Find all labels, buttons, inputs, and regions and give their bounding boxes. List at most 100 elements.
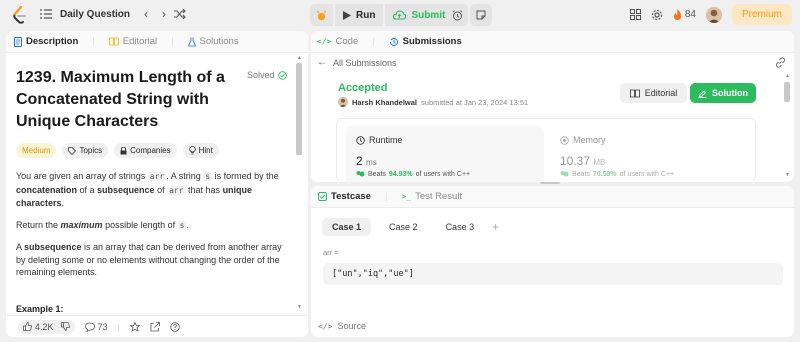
submissions-panel: </> Code | Submissions ← All Submissions… [311,31,794,182]
scroll-up-arrow[interactable]: ▲ [785,73,790,79]
code-icon: </> [318,321,333,331]
arrow-left-icon: ← [317,57,327,68]
problem-title: 1239. Maximum Length of a Concatenated S… [16,69,225,130]
testcase-input-field[interactable]: ["un","iq","ue"] [323,263,783,285]
topics-chip[interactable]: Topics [62,143,109,158]
tab-solutions[interactable]: Solutions [187,36,239,47]
solved-label: Solved [247,70,275,80]
problem-description: You are given an array of strings arr. A… [16,170,286,279]
case-tab-1[interactable]: Case 1 [322,218,372,236]
scrollbar-thumb[interactable] [296,63,302,155]
user-avatar[interactable] [705,6,722,23]
beats-badge-icon [356,170,365,178]
problem-content: 1239. Maximum Length of a Concatenated S… [16,67,286,288]
settings-gear-icon[interactable] [651,9,663,21]
case-tab-3[interactable]: Case 3 [436,218,485,236]
author-avatar [338,97,348,107]
resize-handle[interactable] [540,182,560,184]
tab-testcase-label: Testcase [331,191,371,202]
example-heading: Example 1: [16,304,64,314]
description-paragraph: A subsequence is an array that can be de… [16,242,282,277]
tab-description-label: Description [26,36,79,47]
author-name[interactable]: Harsh Khandelwal [352,98,417,107]
add-case-icon[interactable]: + [492,220,499,234]
share-icon[interactable] [150,321,160,332]
tab-code[interactable]: </> Code [317,36,358,47]
flame-icon [673,9,682,20]
beats-badge-icon [560,170,569,178]
like-button[interactable]: 4.2K [18,319,75,334]
memory-header[interactable]: Memory [560,135,606,145]
back-label: All Submissions [333,57,397,68]
streak-counter[interactable]: 84 [673,9,696,20]
checkbox-icon [318,192,327,201]
bug-icon [316,10,327,21]
description-paragraph: You are given an array of strings arr. A… [16,171,279,208]
timer-button[interactable] [446,4,468,26]
flask-icon [187,37,196,47]
description-panel: Description | Editorial | Solutions 1239… [6,31,308,337]
run-label: Run [356,9,376,21]
prev-problem-icon[interactable]: ‹ [144,7,148,21]
layout-grid-icon[interactable] [629,9,641,20]
companies-chip[interactable]: Companies [114,143,177,158]
runtime-label: Runtime [369,135,403,145]
shuffle-icon[interactable] [174,9,186,19]
tab-submissions[interactable]: Submissions [389,36,462,47]
code-icon: </> [317,37,332,46]
leetcode-logo[interactable] [12,6,28,24]
document-icon [14,36,22,47]
history-icon [389,37,399,47]
tab-code-label: Code [335,36,359,47]
debug-button[interactable] [310,4,333,26]
tab-description[interactable]: Description [14,36,78,47]
runtime-unit: ms [366,158,377,167]
star-icon[interactable] [129,321,140,332]
next-problem-icon[interactable]: › [162,7,166,21]
problem-list-label[interactable]: Daily Question [60,9,130,20]
premium-button[interactable]: Premium [731,4,792,25]
runtime-value: 2 [356,154,363,168]
tab-editorial-label: Editorial [122,36,158,47]
runtime-value-row: 2 ms [356,154,377,168]
editorial-button[interactable]: Editorial [620,83,687,103]
submit-button[interactable]: Submit [385,4,454,26]
description-paragraph: Return the maximum possible length of s. [16,219,189,230]
editorial-label: Editorial [644,88,678,98]
terminal-icon: >_ [401,192,412,201]
edit-pen-icon [698,89,707,98]
tab-testcase[interactable]: Testcase [318,191,371,202]
problem-list-icon[interactable] [40,9,52,19]
back-to-submissions[interactable]: ← All Submissions [317,57,397,68]
book-icon [108,37,119,46]
thumbs-down-icon[interactable] [60,322,70,331]
memory-unit: MB [593,158,606,167]
link-icon[interactable] [775,57,786,68]
tab-editorial[interactable]: Editorial [108,36,158,47]
memory-label: Memory [573,135,606,145]
bottom-actions-bar: 4.2K 73 | [6,315,308,337]
run-button[interactable]: Run [335,4,384,26]
case-tab-2[interactable]: Case 2 [379,218,428,236]
topics-label: Topics [79,146,103,155]
runtime-card[interactable]: Runtime 2 ms Beats 94.93% of users with … [346,126,544,182]
scroll-down-arrow[interactable]: ▼ [297,304,302,310]
top-bar: Daily Question ‹ › Run Submit 84 Premium [0,0,800,30]
runtime-header: Runtime [356,135,403,145]
scroll-up-arrow[interactable]: ▲ [297,55,302,61]
source-toggle[interactable]: </> Source [311,315,794,337]
notes-button[interactable] [470,4,492,26]
help-icon[interactable] [170,321,180,332]
submitted-time: submitted at Jan 23, 2024 13:51 [421,97,529,107]
solution-button[interactable]: Solution [690,83,756,103]
hint-chip[interactable]: Hint [182,143,219,158]
clock-icon [356,135,365,145]
memory-value: 10.37 [560,154,591,168]
like-count: 4.2K [35,321,54,332]
memory-value-row: 10.37 MB [560,154,605,168]
solved-status: Solved [247,70,287,80]
scroll-down-arrow[interactable]: ▼ [785,172,790,178]
scrollbar-thumb[interactable] [784,82,790,102]
comments-button[interactable]: 73 [84,322,108,332]
tab-test-result[interactable]: >_ Test Result [401,191,462,202]
